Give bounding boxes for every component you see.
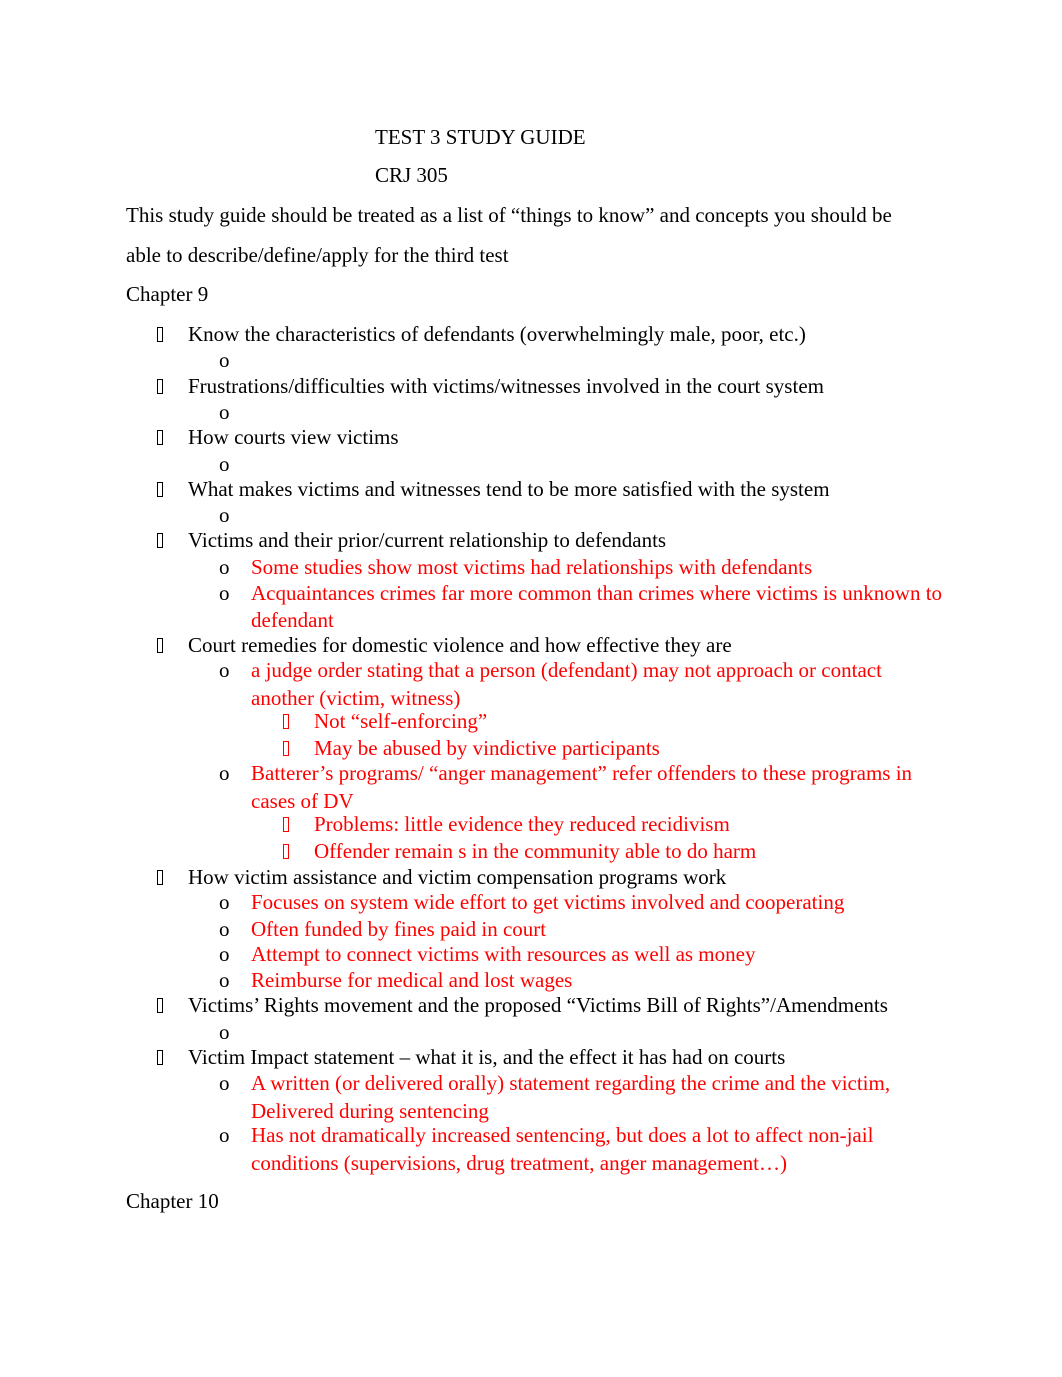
sub-bullet-icon: o bbox=[219, 761, 230, 785]
answer-text: Not “self-enforcing” bbox=[314, 709, 488, 733]
sub-bullet-icon: o bbox=[219, 348, 230, 372]
bullet-icon bbox=[157, 476, 163, 502]
chapter-heading: Chapter 9 bbox=[126, 282, 209, 306]
list-item: Court remedies for domestic violence and… bbox=[188, 633, 732, 657]
sub-sub-bullet-icon bbox=[283, 735, 289, 761]
answer-text: Focuses on system wide effort to get vic… bbox=[251, 890, 845, 914]
sub-bullet-icon: o bbox=[219, 503, 230, 527]
answer-text: Batterer’s programs/ “anger management” … bbox=[251, 761, 913, 785]
list-item: How courts view victims bbox=[188, 425, 399, 449]
answer-text: a judge order stating that a person (def… bbox=[251, 658, 882, 682]
answer-text: Attempt to connect victims with resource… bbox=[251, 942, 756, 966]
sub-bullet-icon: o bbox=[219, 400, 230, 424]
sub-bullet-icon: o bbox=[219, 555, 230, 579]
sub-bullet-icon: o bbox=[219, 968, 230, 992]
answer-text: Problems: little evidence they reduced r… bbox=[314, 812, 730, 836]
bullet-icon bbox=[157, 1044, 163, 1070]
bullet-icon bbox=[157, 321, 163, 347]
answer-text: Has not dramatically increased sentencin… bbox=[251, 1123, 874, 1147]
sub-sub-bullet-icon bbox=[283, 811, 289, 837]
list-item: Victims’ Rights movement and the propose… bbox=[188, 993, 888, 1017]
sub-sub-bullet-icon bbox=[283, 838, 289, 864]
sub-bullet-icon: o bbox=[219, 1020, 230, 1044]
bullet-icon bbox=[157, 632, 163, 658]
sub-bullet-icon: o bbox=[219, 658, 230, 682]
intro-text-line: This study guide should be treated as a … bbox=[126, 203, 892, 227]
sub-bullet-icon: o bbox=[219, 452, 230, 476]
sub-bullet-icon: o bbox=[219, 581, 230, 605]
sub-bullet-icon: o bbox=[219, 1123, 230, 1147]
document-page: TEST 3 STUDY GUIDE CRJ 305 This study gu… bbox=[0, 0, 1062, 1377]
answer-text: Delivered during sentencing bbox=[251, 1099, 489, 1123]
sub-bullet-icon: o bbox=[219, 917, 230, 941]
answer-text: Acquaintances crimes far more common tha… bbox=[251, 581, 943, 605]
bullet-icon bbox=[157, 864, 163, 890]
answer-text: Offender remain s in the community able … bbox=[314, 839, 757, 863]
list-item: Frustrations/difficulties with victims/w… bbox=[188, 374, 824, 398]
sub-bullet-icon: o bbox=[219, 890, 230, 914]
answer-text: A written (or delivered orally) statemen… bbox=[251, 1071, 891, 1095]
bullet-icon bbox=[157, 373, 163, 399]
chapter-heading: Chapter 10 bbox=[126, 1189, 219, 1213]
answer-text: conditions (supervisions, drug treatment… bbox=[251, 1151, 787, 1175]
list-item: How victim assistance and victim compens… bbox=[188, 865, 727, 889]
answer-text: Some studies show most victims had relat… bbox=[251, 555, 813, 579]
answer-text: Reimburse for medical and lost wages bbox=[251, 968, 573, 992]
sub-bullet-icon: o bbox=[219, 1071, 230, 1095]
answer-text: May be abused by vindictive participants bbox=[314, 736, 660, 760]
sub-sub-bullet-icon bbox=[283, 708, 289, 734]
course-code: CRJ 305 bbox=[375, 163, 448, 187]
list-item: What makes victims and witnesses tend to… bbox=[188, 477, 830, 501]
bullet-icon bbox=[157, 424, 163, 450]
bullet-icon bbox=[157, 992, 163, 1018]
bullet-icon bbox=[157, 527, 163, 553]
answer-text: Often funded by fines paid in court bbox=[251, 917, 547, 941]
list-item: Victims and their prior/current relation… bbox=[188, 528, 667, 552]
list-item: Know the characteristics of defendants (… bbox=[188, 322, 806, 346]
list-item: Victim Impact statement – what it is, an… bbox=[188, 1045, 786, 1069]
document-title: TEST 3 STUDY GUIDE bbox=[375, 125, 586, 149]
answer-text: defendant bbox=[251, 608, 334, 632]
sub-bullet-icon: o bbox=[219, 942, 230, 966]
intro-text-line: able to describe/define/apply for the th… bbox=[126, 243, 509, 267]
